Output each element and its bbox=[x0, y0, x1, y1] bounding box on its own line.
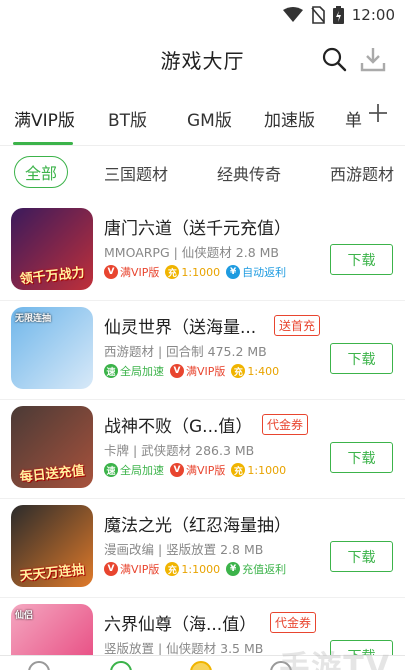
download-icon[interactable] bbox=[359, 45, 387, 73]
feature-tag-label: 1:1000 bbox=[181, 265, 221, 279]
game-list-item[interactable]: 每日送充值 战神不败（G...值） 代金券 卡牌 | 武侠题材 286.3 MB 速全局… bbox=[0, 400, 405, 499]
feature-tag: ¥ 自动返利 bbox=[226, 264, 286, 280]
feature-tag-label: 1:1000 bbox=[181, 562, 221, 576]
feature-tags: 速全局加速 V 满VIP版充 1:400 bbox=[104, 363, 279, 379]
tab-single[interactable]: 单 bbox=[345, 106, 362, 131]
feature-tag: 充 1:1000 bbox=[231, 462, 286, 478]
clock: 12:00 bbox=[351, 6, 395, 24]
vip-tag-icon: V bbox=[104, 562, 118, 576]
game-icon[interactable]: 每日送充值 bbox=[11, 406, 93, 488]
game-meta: 卡牌 | 武侠题材 286.3 MB bbox=[104, 443, 255, 458]
game-meta: 西游题材 | 回合制 475.2 MB bbox=[104, 344, 267, 359]
feature-tag-label: 充值返利 bbox=[242, 563, 287, 576]
tab-bt[interactable]: BT版 bbox=[108, 106, 147, 131]
download-button[interactable]: 下载 bbox=[330, 343, 393, 374]
feature-tag: 充 1:1000 bbox=[165, 561, 220, 577]
blue-tag-icon: ¥ bbox=[226, 265, 241, 279]
game-meta: 漫画改编 | 竖版放置 2.8 MB bbox=[104, 542, 264, 557]
game-icon-caption: 无限连抽 bbox=[15, 314, 52, 324]
feature-tag-label: 满VIP版 bbox=[120, 266, 160, 279]
subcategory-bar: 全部 三国题材 经典传奇 西游题材 bbox=[0, 146, 405, 202]
tab-gm[interactable]: GM版 bbox=[187, 106, 232, 131]
plus-icon[interactable] bbox=[367, 102, 389, 124]
game-name[interactable]: 战神不败（G...值） bbox=[104, 412, 252, 437]
game-icon[interactable]: 天天万连抽 bbox=[11, 505, 93, 587]
vip-tag-icon: V bbox=[170, 463, 184, 477]
coin-icon[interactable] bbox=[190, 661, 212, 670]
feature-tags: V 满VIP版充 1:1000 ¥ 自动返利 bbox=[104, 264, 286, 280]
game-list-item[interactable]: 天天万连抽 魔法之光（红忍海量抽） 漫画改编 | 竖版放置 2.8 MB V 满VIP版… bbox=[0, 499, 405, 598]
feature-tag: V 满VIP版 bbox=[104, 264, 159, 280]
wifi-icon bbox=[282, 7, 303, 22]
game-name[interactable]: 唐门六道（送千元充值） bbox=[104, 214, 291, 239]
feature-tag: 速全局加速 bbox=[104, 363, 164, 379]
download-button[interactable]: 下载 bbox=[330, 541, 393, 572]
game-list-item[interactable]: 无限连抽 仙灵世界（送海量... 送首充 西游题材 | 回合制 475.2 MB 速全局… bbox=[0, 301, 405, 400]
feature-tags: V 满VIP版充 1:1000 ¥ 充值返利 bbox=[104, 561, 286, 577]
chip-three-kingdoms[interactable]: 三国题材 bbox=[104, 161, 168, 185]
vip-tag-icon: V bbox=[170, 364, 184, 378]
game-icon-slogan: 每日送充值 bbox=[19, 463, 86, 486]
game-icon-slogan: 领千万战力 bbox=[19, 265, 86, 288]
promo-badge: 送首充 bbox=[274, 315, 321, 336]
feature-tag: 速全局加速 bbox=[104, 462, 164, 478]
game-name[interactable]: 六界仙尊（海...值） bbox=[104, 610, 256, 635]
promo-badge: 代金券 bbox=[262, 414, 309, 435]
green-tag-icon: 速 bbox=[104, 463, 118, 477]
category-tabs: 满VIP版 BT版 GM版 加速版 单 bbox=[0, 88, 405, 146]
battery-icon bbox=[332, 6, 344, 24]
feature-tag-label: 满VIP版 bbox=[186, 365, 226, 378]
feature-tag: V 满VIP版 bbox=[104, 561, 159, 577]
games-icon[interactable] bbox=[110, 661, 132, 670]
feature-tags: 速全局加速 V 满VIP版充 1:1000 bbox=[104, 462, 286, 478]
promo-badge: 代金券 bbox=[270, 612, 317, 633]
green-tag-icon: ¥ bbox=[226, 562, 241, 576]
download-button[interactable]: 下载 bbox=[330, 244, 393, 275]
search-icon[interactable] bbox=[321, 46, 347, 72]
ratio-tag-icon: 充 bbox=[231, 364, 246, 378]
tab-full-vip[interactable]: 满VIP版 bbox=[14, 106, 75, 131]
status-bar: 12:00 bbox=[0, 0, 405, 30]
ratio-tag-icon: 充 bbox=[165, 562, 180, 576]
chip-journey-west[interactable]: 西游题材 bbox=[330, 161, 394, 185]
feature-tag-label: 满VIP版 bbox=[120, 563, 160, 576]
feature-tag-label: 自动返利 bbox=[242, 266, 287, 279]
green-tag-icon: 速 bbox=[104, 364, 118, 378]
game-meta: MMOARPG | 仙侠题材 2.8 MB bbox=[104, 245, 279, 260]
game-icon[interactable]: 无限连抽 bbox=[11, 307, 93, 389]
ratio-tag-icon: 充 bbox=[231, 463, 246, 477]
game-name[interactable]: 魔法之光（红忍海量抽） bbox=[104, 511, 291, 536]
feature-tag-label: 1:1000 bbox=[247, 463, 287, 477]
vip-tag-icon: V bbox=[104, 265, 118, 279]
feature-tag: ¥ 充值返利 bbox=[226, 561, 286, 577]
feature-tag-label: 全局加速 bbox=[120, 464, 164, 477]
chip-all[interactable]: 全部 bbox=[14, 156, 69, 188]
game-list-item[interactable]: 领千万战力 唐门六道（送千元充值） MMOARPG | 仙侠题材 2.8 MB V 满V… bbox=[0, 202, 405, 301]
active-tab-indicator bbox=[13, 142, 73, 145]
ratio-tag-icon: 充 bbox=[165, 265, 180, 279]
feature-tag-label: 全局加速 bbox=[120, 365, 164, 378]
game-icon[interactable]: 领千万战力 bbox=[11, 208, 93, 290]
feature-tag: V 满VIP版 bbox=[170, 462, 225, 478]
feature-tag: 充 1:400 bbox=[231, 363, 279, 379]
game-name[interactable]: 仙灵世界（送海量... bbox=[104, 313, 256, 338]
feature-tag-label: 1:400 bbox=[247, 364, 280, 378]
page-title: 游戏大厅 bbox=[160, 48, 245, 73]
feature-tag: V 满VIP版 bbox=[170, 363, 225, 379]
title-bar: 游戏大厅 bbox=[0, 30, 405, 88]
no-sim-icon bbox=[311, 6, 325, 24]
feature-tag: 充 1:1000 bbox=[165, 264, 220, 280]
game-icon-caption: 仙侣 bbox=[15, 611, 34, 621]
feature-tag-label: 满VIP版 bbox=[186, 464, 226, 477]
chip-classic-legend[interactable]: 经典传奇 bbox=[217, 161, 281, 185]
game-icon-slogan: 天天万连抽 bbox=[19, 562, 86, 585]
game-list: 领千万战力 唐门六道（送千元充值） MMOARPG | 仙侠题材 2.8 MB V 满V… bbox=[0, 202, 405, 670]
watermark: 手游TV bbox=[279, 650, 391, 670]
tab-speedup[interactable]: 加速版 bbox=[264, 106, 315, 131]
download-button[interactable]: 下载 bbox=[330, 442, 393, 473]
home-icon[interactable] bbox=[28, 661, 50, 670]
